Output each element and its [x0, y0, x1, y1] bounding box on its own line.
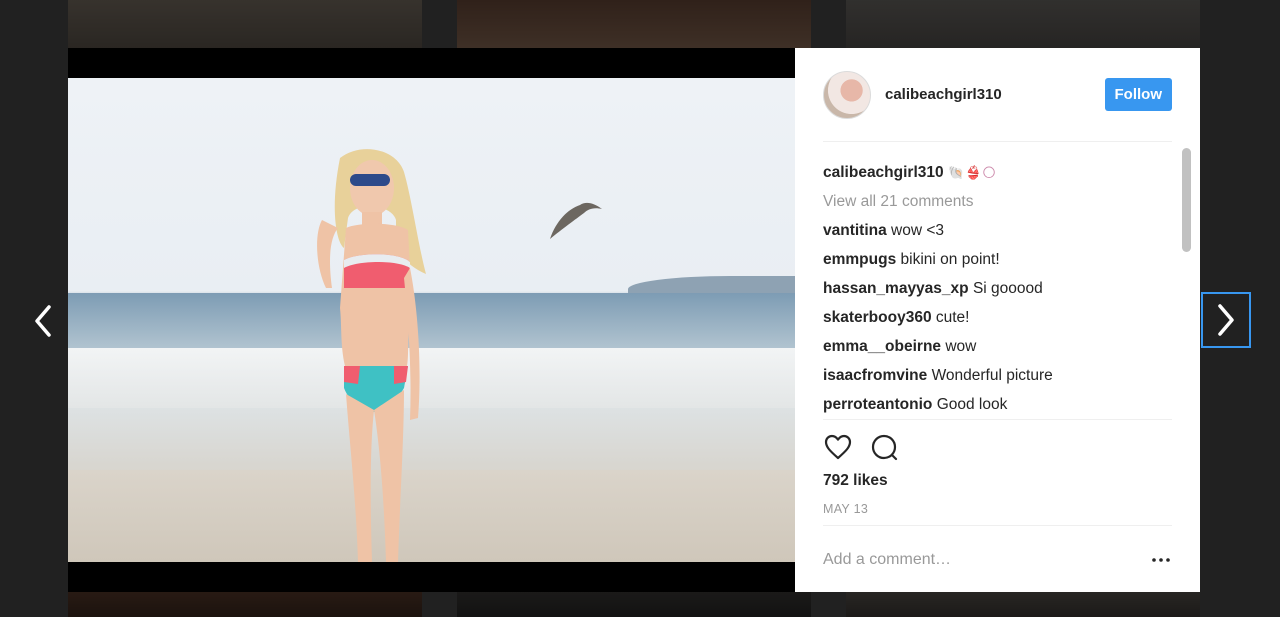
divider — [823, 419, 1172, 420]
scrollbar-thumb[interactable] — [1182, 148, 1191, 252]
comment-item: hassan_mayyas_xp Si gooood — [823, 274, 1179, 303]
comment-username[interactable]: emmpugs — [823, 251, 896, 268]
comment-item: skaterbooy360 cute! — [823, 303, 1179, 332]
comment-text: Wonderful picture — [931, 367, 1053, 384]
comment-item: perroteantonio Good look — [823, 390, 1179, 419]
caption: calibeachgirl310 🐚👙🌕 — [823, 158, 1179, 187]
comments-list[interactable]: calibeachgirl310 🐚👙🌕 View all 21 comment… — [823, 142, 1179, 419]
post-actions — [823, 432, 899, 462]
comment-item: emma__obeirne wow — [823, 332, 1179, 361]
caption-username[interactable]: calibeachgirl310 — [823, 164, 944, 181]
chevron-right-icon — [1218, 304, 1234, 336]
comment-item: isaacfromvine Wonderful picture — [823, 361, 1179, 390]
comment-text: wow — [945, 338, 977, 355]
post-header: calibeachgirl310 Follow — [823, 48, 1172, 142]
comments-scrollbar[interactable] — [1179, 142, 1195, 419]
person-shape — [317, 149, 426, 562]
more-options-button[interactable] — [1147, 550, 1175, 570]
comment-text: bikini on point! — [900, 251, 1000, 268]
heart-icon — [824, 434, 852, 460]
view-all-comments-link[interactable]: View all 21 comments — [823, 187, 1179, 216]
comment-text: Si gooood — [972, 280, 1043, 297]
post-sidebar: calibeachgirl310 Follow calibeachgirl310… — [795, 48, 1200, 592]
previous-post-button[interactable] — [18, 296, 68, 346]
comment-text: cute! — [935, 309, 970, 326]
comment-item: emmpugs bikini on point! — [823, 245, 1179, 274]
like-button[interactable] — [823, 432, 853, 462]
comment-button[interactable] — [869, 432, 899, 462]
post-media[interactable] — [68, 48, 795, 592]
avatar[interactable] — [823, 70, 871, 119]
seagull-shape — [550, 202, 602, 239]
add-comment-input[interactable] — [823, 545, 1133, 575]
post-photo[interactable] — [68, 78, 795, 562]
post-date[interactable]: MAY 13 — [823, 502, 868, 516]
comment-username[interactable]: hassan_mayyas_xp — [823, 280, 969, 297]
divider — [823, 525, 1172, 526]
comment-username[interactable]: vantitina — [823, 222, 887, 239]
comment-username[interactable]: skaterbooy360 — [823, 309, 932, 326]
follow-button[interactable]: Follow — [1104, 78, 1172, 111]
more-dots-icon — [1152, 558, 1170, 562]
caption-text: 🐚👙🌕 — [947, 165, 997, 180]
comment-bubble-icon — [871, 434, 898, 461]
comment-item: vantitina wow <3 — [823, 216, 1179, 245]
chevron-left-icon — [35, 305, 51, 337]
author-username[interactable]: calibeachgirl310 — [885, 86, 1105, 103]
comment-username[interactable]: emma__obeirne — [823, 338, 941, 355]
likes-count[interactable]: 792 likes — [823, 472, 888, 490]
comment-username[interactable]: perroteantonio — [823, 396, 932, 413]
comment-text: Good look — [936, 396, 1008, 413]
post-modal: calibeachgirl310 Follow calibeachgirl310… — [68, 48, 1200, 592]
next-post-button[interactable] — [1201, 292, 1251, 348]
comment-username[interactable]: isaacfromvine — [823, 367, 927, 384]
comment-text: wow <3 — [891, 222, 945, 239]
